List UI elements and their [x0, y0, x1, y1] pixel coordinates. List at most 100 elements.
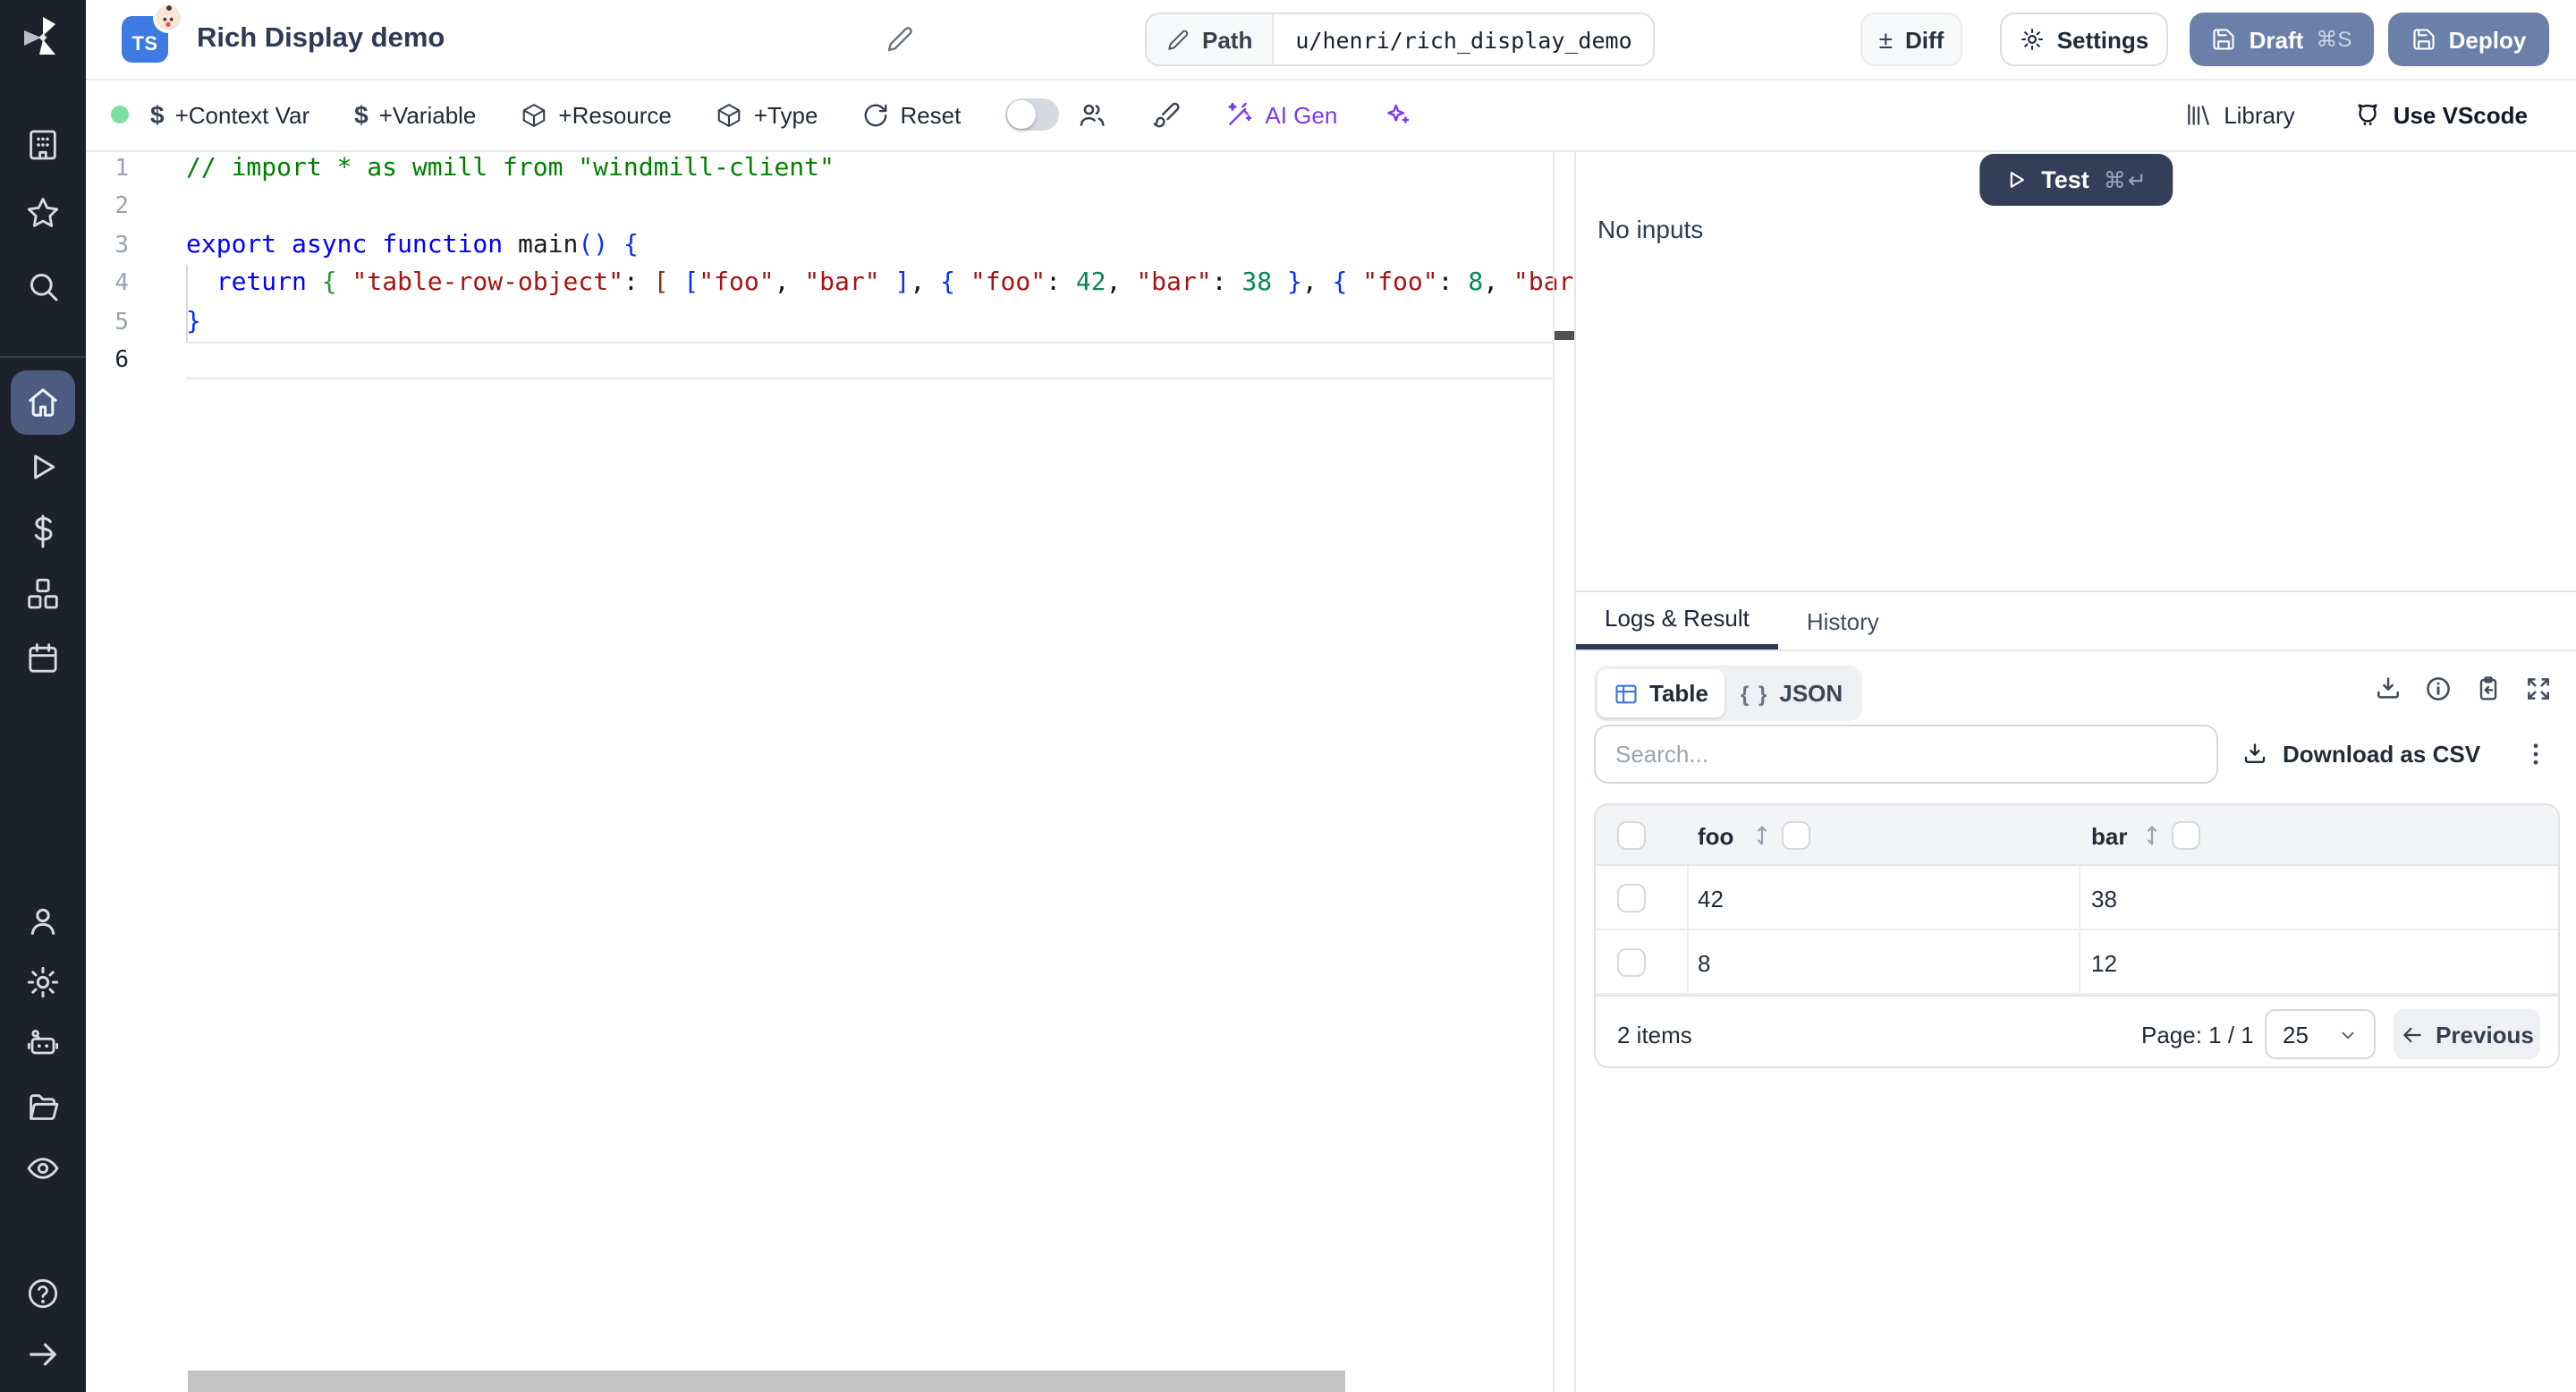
code-line-4: return { "table-row-object": [ ["foo", "…	[186, 265, 1574, 303]
diff-button[interactable]: ± Diff	[1860, 13, 1962, 66]
code-line-2	[186, 189, 1574, 227]
view-table-segment[interactable]: Table	[1597, 669, 1724, 717]
search-input[interactable]	[1594, 725, 2218, 784]
column-bar-checkbox[interactable]	[2172, 821, 2200, 850]
column-header-bar[interactable]: bar	[2091, 805, 2127, 866]
format-code-button[interactable]	[1152, 100, 1181, 129]
sidebar-item-schedules[interactable]	[25, 641, 61, 676]
gear-icon	[25, 964, 61, 1000]
sort-icon[interactable]	[1750, 823, 1775, 848]
table-row[interactable]: 8 12	[1596, 930, 2558, 995]
line-number: 5	[86, 303, 129, 342]
arrow-left-icon	[2400, 1023, 2423, 1046]
path-editor[interactable]: Path u/henri/rich_display_demo	[1145, 13, 1656, 66]
copy-to-clipboard-icon[interactable]	[2474, 675, 2503, 703]
column-header-foo[interactable]: foo	[1698, 805, 1733, 866]
page-size-select[interactable]: 25	[2265, 1009, 2376, 1059]
gear-icon	[2020, 27, 2045, 52]
arrow-right-icon	[25, 1337, 61, 1372]
path-value[interactable]: u/henri/rich_display_demo	[1274, 14, 1653, 64]
expand-sidebar-icon[interactable]	[25, 1337, 61, 1372]
play-icon	[2004, 168, 2027, 191]
ai-gen-button[interactable]: AI Gen	[1225, 100, 1337, 129]
sidebar-item-audit-logs[interactable]	[25, 1150, 61, 1186]
use-vscode-button[interactable]: Use VScode	[2352, 99, 2528, 130]
sidebar-item-settings[interactable]	[25, 964, 61, 1000]
add-type-button[interactable]: +Type	[716, 101, 818, 128]
table-row[interactable]: 42 38	[1596, 866, 2558, 930]
expand-icon[interactable]	[2524, 675, 2553, 703]
reset-button[interactable]: Reset	[862, 101, 961, 128]
help-icon[interactable]	[25, 1276, 61, 1311]
save-icon	[2212, 27, 2237, 52]
blocks-icon	[25, 576, 61, 612]
multiplayer-users-button[interactable]	[1077, 99, 1107, 130]
draft-button[interactable]: Draft ⌘S	[2190, 13, 2374, 66]
users-icon	[1077, 99, 1107, 130]
octocat-icon	[2352, 99, 2383, 130]
sparkles-icon	[1382, 100, 1411, 129]
package-icon	[716, 101, 743, 128]
edit-summary-pencil-icon[interactable]	[886, 25, 914, 54]
download-csv-button[interactable]: Download as CSV	[2241, 725, 2480, 784]
toggle-knob	[1007, 100, 1036, 129]
table-header: foo bar	[1596, 805, 2558, 866]
page-indicator: Page: 1 / 1	[2141, 997, 2254, 1068]
row-checkbox[interactable]	[1617, 948, 1646, 977]
dollar-icon: $	[354, 100, 369, 129]
settings-button[interactable]: Settings	[2000, 13, 2168, 66]
path-label-segment[interactable]: Path	[1147, 14, 1274, 64]
json-braces-icon: { }	[1741, 681, 1768, 706]
add-resource-button[interactable]: +Resource	[521, 101, 671, 128]
code-editor[interactable]: 1 2 3 4 5 6 // import * as wmill from "w…	[86, 150, 1574, 1392]
add-variable-button[interactable]: $ +Variable	[354, 100, 476, 129]
search-icon[interactable]	[25, 268, 61, 304]
sidebar-divider	[0, 356, 86, 358]
typescript-badge: TS	[122, 16, 168, 63]
chevron-down-icon	[2338, 1024, 2358, 1044]
select-all-checkbox[interactable]	[1617, 821, 1646, 850]
editor-horizontal-scrollbar[interactable]	[188, 1371, 1345, 1392]
library-icon	[2184, 100, 2213, 129]
ai-sparkles-button[interactable]	[1382, 100, 1411, 129]
test-button[interactable]: Test ⌘↵	[1979, 154, 2174, 206]
sidebar-item-resources[interactable]	[25, 576, 61, 612]
info-icon[interactable]	[2424, 675, 2453, 703]
plus-minus-icon: ±	[1879, 25, 1893, 54]
sidebar-item-workers[interactable]	[25, 1027, 61, 1063]
windmill-script-editor: TS Rich Display demo Path u/henri/rich_d…	[0, 0, 2576, 1392]
column-foo-checkbox[interactable]	[1782, 821, 1810, 850]
previous-page-button[interactable]: Previous	[2394, 1009, 2540, 1059]
brush-icon	[1152, 100, 1181, 129]
result-tabs: Logs & Result History	[1576, 592, 2576, 651]
tab-history[interactable]: History	[1778, 592, 1908, 649]
library-button[interactable]: Library	[2184, 100, 2295, 129]
toolbar-right-group: Library Use VScode	[2184, 79, 2528, 150]
code-line-3: export async function main() {	[186, 227, 1574, 266]
result-actions	[2374, 675, 2553, 703]
code-line-1: // import * as wmill from "windmill-clie…	[186, 150, 1574, 189]
favorites-star-icon[interactable]	[25, 195, 61, 231]
pencil-icon	[1166, 28, 1190, 51]
view-json-segment[interactable]: { } JSON	[1724, 669, 1859, 717]
download-icon[interactable]	[2374, 675, 2402, 703]
line-number: 3	[86, 227, 129, 266]
windmill-logo-icon[interactable]	[20, 14, 66, 61]
sort-icon[interactable]	[2140, 823, 2165, 848]
sidebar-item-folders[interactable]	[25, 1090, 61, 1125]
add-context-var-button[interactable]: $ +Context Var	[150, 100, 309, 129]
code-content[interactable]: // import * as wmill from "windmill-clie…	[186, 150, 1574, 380]
sidebar-item-users[interactable]	[25, 904, 61, 939]
row-checkbox[interactable]	[1617, 884, 1646, 912]
diff-mode-toggle[interactable]	[1005, 98, 1059, 131]
path-label: Path	[1202, 26, 1252, 53]
sidebar-item-runs[interactable]	[25, 449, 61, 485]
sidebar-item-variables[interactable]	[25, 514, 61, 549]
result-view-toggle: Table { } JSON	[1594, 666, 1862, 721]
code-line-6	[186, 342, 1574, 380]
sidebar-item-home[interactable]	[11, 370, 75, 435]
tab-logs-and-result[interactable]: Logs & Result	[1576, 592, 1778, 649]
workspace-building-icon[interactable]	[25, 127, 61, 163]
table-options-kebab[interactable]	[2521, 725, 2551, 784]
deploy-button[interactable]: Deploy	[2388, 13, 2549, 66]
